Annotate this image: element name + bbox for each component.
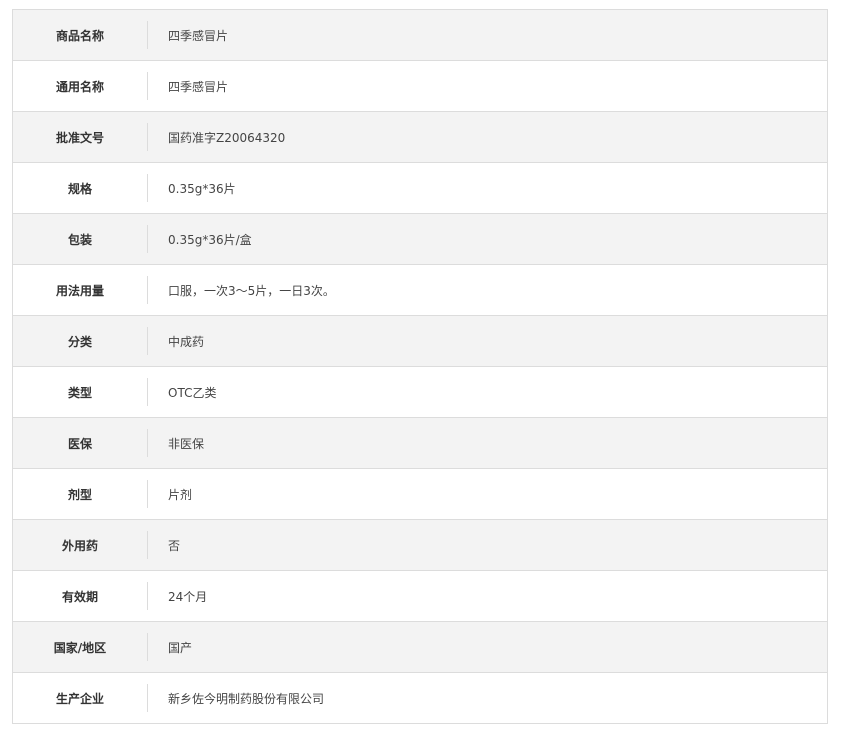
- spec-row-type: 类型 OTC乙类: [13, 367, 827, 418]
- spec-value: 否: [168, 538, 181, 553]
- spec-label: 外用药: [61, 538, 98, 553]
- spec-value: 24个月: [168, 589, 208, 604]
- spec-row-category: 分类 中成药: [13, 316, 827, 367]
- spec-row-approval-number: 批准文号 国药准字Z20064320: [13, 112, 827, 163]
- spec-value: 新乡佐今明制药股份有限公司: [168, 691, 325, 706]
- spec-label: 国家/地区: [53, 640, 107, 655]
- spec-value: 中成药: [168, 334, 205, 349]
- spec-label: 分类: [67, 334, 92, 349]
- spec-row-external-use: 外用药 否: [13, 520, 827, 571]
- spec-row-package: 包装 0.35g*36片/盒: [13, 214, 827, 265]
- spec-row-insurance: 医保 非医保: [13, 418, 827, 469]
- spec-value: 国药准字Z20064320: [168, 130, 286, 145]
- spec-row-shelf-life: 有效期 24个月: [13, 571, 827, 622]
- spec-label: 用法用量: [55, 283, 104, 298]
- spec-label: 批准文号: [55, 130, 104, 145]
- spec-label: 有效期: [61, 589, 98, 604]
- spec-value: 0.35g*36片: [168, 181, 236, 196]
- spec-row-generic-name: 通用名称 四季感冒片: [13, 61, 827, 112]
- spec-label: 通用名称: [55, 79, 104, 94]
- spec-label: 商品名称: [55, 28, 104, 43]
- spec-value: OTC乙类: [168, 385, 217, 400]
- spec-row-dosage: 用法用量 口服，一次3～5片，一日3次。: [13, 265, 827, 316]
- spec-label: 包装: [67, 232, 92, 247]
- spec-row-product-name: 商品名称 四季感冒片: [13, 10, 827, 61]
- spec-value: 0.35g*36片/盒: [168, 232, 252, 247]
- spec-label: 医保: [67, 436, 92, 451]
- spec-row-specification: 规格 0.35g*36片: [13, 163, 827, 214]
- spec-value: 四季感冒片: [168, 28, 229, 43]
- spec-row-origin: 国家/地区 国产: [13, 622, 827, 673]
- spec-label: 规格: [67, 181, 92, 196]
- spec-row-dosage-form: 剂型 片剂: [13, 469, 827, 520]
- spec-label: 生产企业: [55, 691, 104, 706]
- spec-value: 非医保: [168, 436, 205, 451]
- spec-value: 国产: [168, 640, 193, 655]
- spec-value: 四季感冒片: [168, 79, 229, 94]
- spec-value: 口服，一次3～5片，一日3次。: [168, 283, 335, 298]
- spec-label: 剂型: [67, 487, 92, 502]
- spec-value: 片剂: [168, 487, 193, 502]
- product-spec-table: 商品名称 四季感冒片 通用名称 四季感冒片 批准文号 国药准字Z20064320…: [12, 9, 828, 724]
- spec-row-manufacturer: 生产企业 新乡佐今明制药股份有限公司: [13, 673, 827, 723]
- spec-label: 类型: [67, 385, 92, 400]
